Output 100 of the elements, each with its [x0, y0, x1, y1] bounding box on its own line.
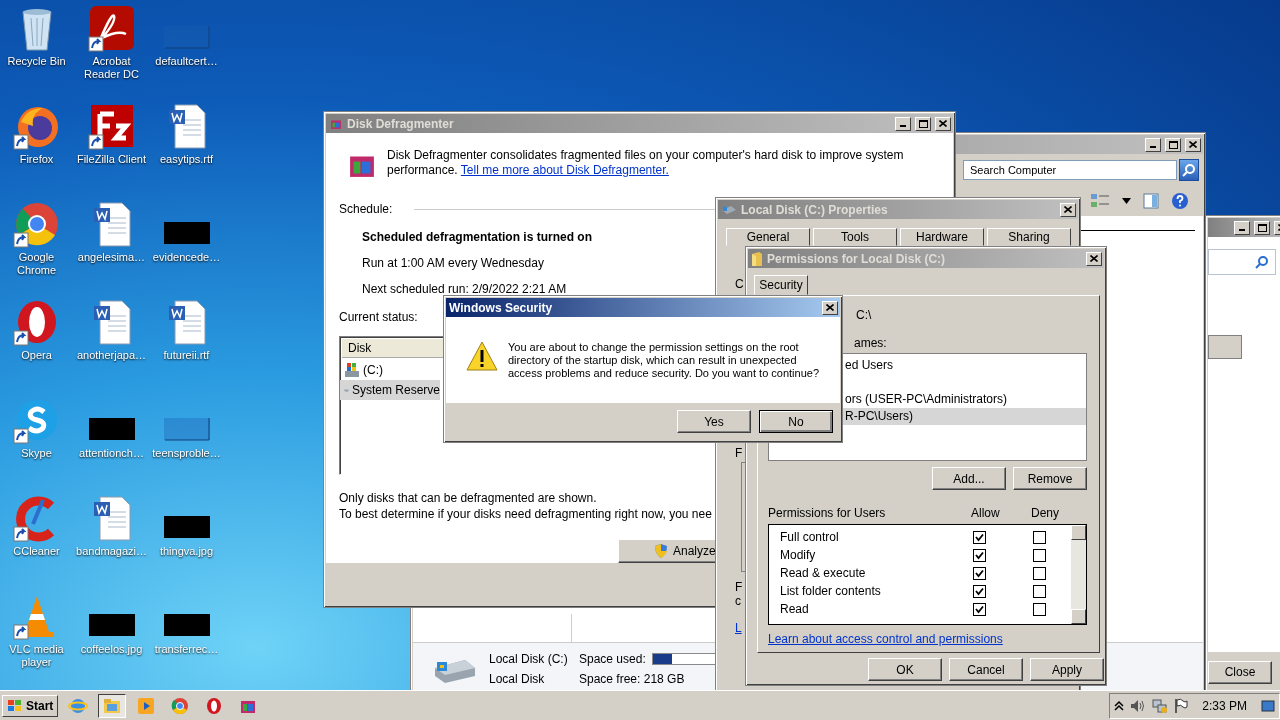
schedule-status: Scheduled defragmentation is turned on — [362, 230, 593, 244]
drive-name: Local Disk (C:) — [489, 652, 569, 666]
show-desktop-icon[interactable] — [1261, 698, 1275, 713]
permission-name: Modify — [780, 548, 817, 562]
column-header: Deny — [1031, 506, 1060, 520]
disk-name: (C:) — [363, 363, 383, 377]
speaker-icon[interactable] — [1130, 698, 1147, 713]
label: F — [735, 446, 743, 460]
dialog-message: You are about to change the permission settings on the root directory of the startup disk, which can result in unexpected access problems and reduce security. Do you want to continue? — [508, 341, 821, 381]
help-icon[interactable] — [1171, 192, 1189, 210]
drive-icon — [721, 203, 737, 216]
maximize-icon — [1257, 223, 1267, 232]
browser-ball-icon — [170, 695, 191, 716]
tab[interactable]: Sharing — [987, 228, 1071, 246]
checkbox[interactable] — [1033, 548, 1046, 562]
icon-label[interactable]: Google Chrome — [0, 251, 74, 277]
checkbox[interactable] — [1033, 530, 1046, 544]
label: C — [735, 277, 744, 291]
search-field[interactable]: Search Computer — [963, 160, 1177, 180]
tab[interactable]: Hardware — [900, 228, 984, 246]
drive-type: Local Disk — [489, 672, 546, 686]
icon-label[interactable]: easytips.rtf — [159, 153, 214, 166]
info-text: To best determine if your disks need defragmenting right now, you nee — [339, 506, 712, 521]
network-icon[interactable] — [1152, 697, 1169, 714]
icon-label[interactable]: angelesima… — [77, 251, 146, 264]
icon-label[interactable]: Recycle Bin — [7, 55, 66, 68]
dialog-button[interactable]: OK — [868, 658, 942, 681]
start-button[interactable]: Start — [2, 694, 59, 717]
play-icon — [136, 695, 157, 716]
checkbox[interactable] — [973, 530, 986, 544]
icon-label[interactable]: Acrobat Reader DC — [74, 55, 149, 81]
browser-ball-icon[interactable] — [12, 200, 61, 248]
checkbox[interactable] — [1033, 602, 1046, 616]
column-header: Allow — [971, 506, 1001, 520]
minimize-icon — [900, 125, 906, 127]
search-field[interactable] — [1208, 249, 1276, 275]
icon-label[interactable]: defaultcert… — [155, 55, 218, 68]
permission-name: Full control — [780, 530, 840, 544]
tab[interactable]: Security — [754, 275, 808, 295]
checkbox[interactable] — [1033, 584, 1046, 598]
folder-icon — [751, 250, 763, 267]
icon-label[interactable]: FileZilla Client — [76, 153, 147, 166]
windows-flag-icon — [7, 698, 23, 713]
pdf-document-icon[interactable] — [87, 4, 136, 52]
permission-name: Read & execute — [780, 566, 867, 580]
maximize-button[interactable] — [1165, 137, 1181, 152]
maximize-icon — [918, 119, 928, 128]
dropdown-arrow-icon[interactable] — [1122, 198, 1131, 204]
help-link[interactable]: Learn about access control and permissions — [768, 632, 1003, 646]
dialog-button[interactable]: Cancel — [949, 658, 1023, 681]
minimize-button[interactable] — [1145, 137, 1161, 152]
minimize-icon — [1239, 229, 1245, 231]
taskbar-button[interactable] — [98, 693, 127, 718]
icon-label[interactable]: Firefox — [19, 153, 54, 166]
minimize-button[interactable] — [1234, 220, 1250, 235]
intro-text: Disk Defragmenter consolidates fragmented files on your computer's hard disk to improve system performance. Tell me more about Disk Defragmenter. — [387, 148, 905, 179]
checkbox[interactable] — [973, 566, 986, 580]
tab[interactable]: General — [726, 228, 810, 246]
usage-label: Space used: — [579, 652, 646, 666]
link[interactable]: L — [735, 621, 742, 635]
close-button[interactable]: Close — [1208, 660, 1272, 684]
label: F — [735, 580, 743, 594]
free-space: Space free: 218 GB — [579, 672, 686, 686]
close-button[interactable] — [1060, 202, 1076, 217]
permission-name: List folder contents — [780, 584, 882, 598]
add-button[interactable]: Add... — [932, 467, 1006, 490]
label: c — [735, 594, 741, 608]
volume-row[interactable]: (C:) — [340, 360, 440, 380]
close-button[interactable] — [822, 300, 838, 315]
minimize-icon — [1150, 146, 1156, 148]
remove-button[interactable]: Remove — [1013, 467, 1087, 490]
checkbox[interactable] — [1033, 566, 1046, 580]
checkbox[interactable] — [973, 602, 986, 616]
clock[interactable]: 2:33 PM — [1202, 698, 1247, 713]
close-button[interactable] — [935, 116, 951, 131]
checkbox[interactable] — [973, 548, 986, 562]
checkbox[interactable] — [973, 584, 986, 598]
maximize-button[interactable] — [915, 116, 931, 131]
close-button[interactable] — [1086, 251, 1102, 266]
close-icon — [1189, 141, 1197, 148]
flag-icon[interactable] — [1174, 697, 1189, 714]
volume-row[interactable]: System Reserve — [340, 380, 440, 400]
maximize-button[interactable] — [1254, 220, 1270, 235]
button-edge[interactable] — [1208, 335, 1242, 359]
info-text: Only disks that can be defragmented are shown. — [339, 490, 597, 505]
search-button[interactable] — [1179, 159, 1199, 181]
close-button[interactable] — [1185, 137, 1201, 152]
dialog-button[interactable]: No — [759, 410, 833, 433]
chevron-up-icon[interactable] — [1114, 699, 1125, 712]
ftp-app-icon[interactable] — [87, 102, 136, 150]
scrollbar[interactable] — [1071, 525, 1086, 624]
disk-name: System Reserve — [351, 383, 440, 397]
field-label: ames: — [854, 336, 887, 350]
minimize-button[interactable] — [895, 116, 911, 131]
section-label: Schedule: — [339, 202, 393, 216]
dialog-button[interactable]: Apply — [1030, 658, 1104, 681]
icon-label[interactable]: evidencede… — [152, 251, 221, 264]
help-link[interactable]: Tell me more about Disk Defragmenter. — [460, 163, 669, 177]
tab[interactable]: Tools — [813, 228, 897, 246]
dialog-button[interactable]: Yes — [677, 410, 751, 433]
